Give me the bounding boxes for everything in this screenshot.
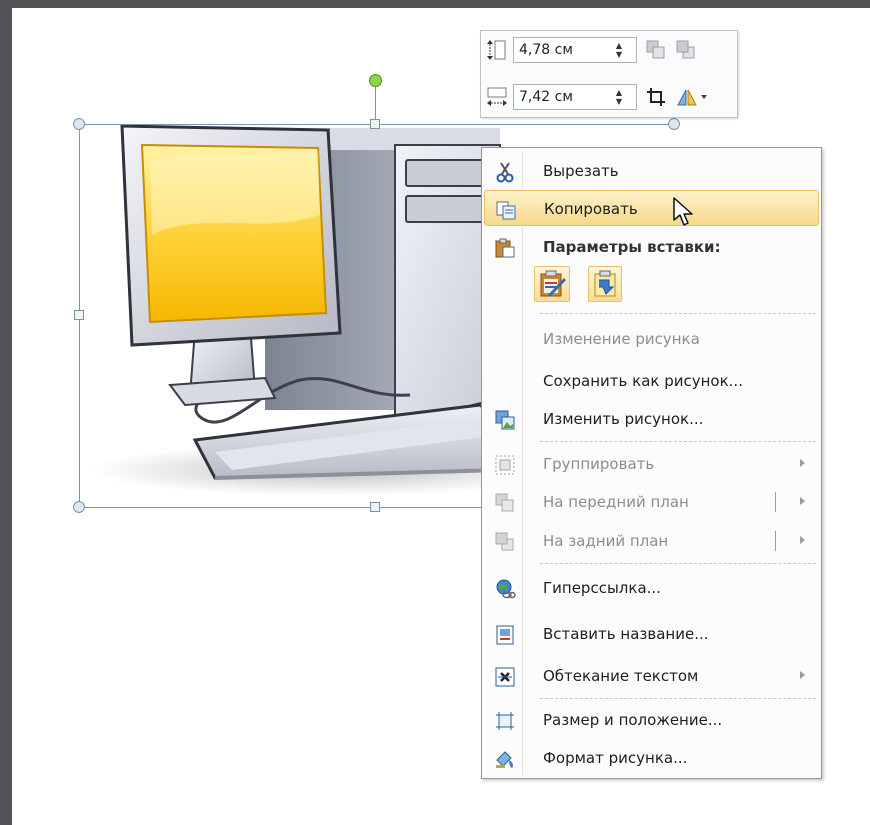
menu-label-change-picture: Изменить рисунок... [543, 410, 704, 428]
scissors-icon [496, 162, 514, 183]
mini-toolbar: 4,78 см ▲ ▼ 7,42 см ▲ ▼ [480, 30, 738, 118]
menu-label-size-position: Размер и положение... [543, 711, 723, 729]
bring-to-front-icon [495, 493, 514, 512]
menu-separator [540, 441, 816, 442]
hyperlink-globe-icon [496, 579, 516, 599]
resize-handle-top[interactable] [370, 119, 380, 129]
width-row: 7,42 см ▲ ▼ [481, 80, 737, 114]
height-row: 4,78 см ▲ ▼ [481, 33, 737, 67]
context-menu: Вырезать Копировать Параметры вставки: И… [481, 147, 822, 779]
send-backward-icon[interactable] [675, 39, 697, 61]
menu-item-change-picture-disabled: Изменение рисунка [484, 321, 819, 357]
submenu-arrow-icon [800, 497, 805, 505]
paste-picture-icon [540, 270, 567, 298]
menu-header-paste-options: Параметры вставки: [484, 229, 819, 265]
menu-label-paste-options: Параметры вставки: [543, 238, 721, 256]
menu-item-group: Группировать [484, 446, 819, 482]
shape-width-value: 7,42 см [519, 89, 573, 105]
menu-item-cut[interactable]: Вырезать [484, 153, 819, 189]
send-to-back-icon [495, 532, 514, 551]
bring-forward-icon[interactable] [645, 39, 667, 61]
resize-handle-top-left[interactable] [73, 118, 85, 130]
keyboard [192, 403, 502, 480]
menu-label-send-to-back: На задний план [543, 532, 669, 550]
menu-label-copy: Копировать [544, 200, 638, 218]
crop-icon[interactable] [645, 86, 667, 108]
menu-item-send-to-back: На задний план [484, 523, 819, 559]
paste-as-picture-button[interactable] [588, 266, 622, 302]
format-picture-icon [496, 751, 513, 768]
shape-width-input[interactable]: 7,42 см ▲ ▼ [513, 84, 637, 110]
shape-width-icon [487, 87, 507, 106]
menu-item-bring-to-front: На передний план [484, 484, 819, 520]
submenu-arrow-icon [800, 459, 805, 467]
shape-height-input[interactable]: 4,78 см ▲ ▼ [513, 37, 637, 63]
shape-height-icon [487, 40, 506, 60]
mouse-cursor-icon [673, 197, 693, 226]
menu-label-change-picture-disabled: Изменение рисунка [543, 330, 700, 348]
paste-link-icon [594, 270, 616, 297]
menu-item-size-position[interactable]: Размер и положение... [484, 702, 819, 738]
menu-item-text-wrapping[interactable]: Обтекание текстом [484, 658, 819, 694]
resize-handle-left[interactable] [74, 310, 84, 320]
menu-separator [540, 313, 816, 314]
shape-height-value: 4,78 см [519, 42, 573, 58]
menu-label-text-wrapping: Обтекание текстом [543, 667, 699, 685]
menu-label-insert-caption: Вставить название... [543, 625, 709, 643]
resize-handle-bottom-left[interactable] [73, 501, 85, 513]
text-wrapping-icon [495, 667, 515, 687]
menu-label-cut: Вырезать [543, 162, 619, 180]
resize-handle-bottom[interactable] [370, 502, 380, 512]
menu-separator [540, 698, 816, 699]
rotate-icon[interactable] [675, 86, 709, 108]
paste-keep-source-formatting-button[interactable] [534, 266, 570, 302]
split-divider [775, 492, 776, 512]
menu-item-save-as-picture[interactable]: Сохранить как рисунок... [484, 363, 819, 399]
menu-item-insert-caption[interactable]: Вставить название... [484, 616, 819, 652]
insert-caption-icon [496, 625, 514, 645]
rotate-handle[interactable] [369, 74, 382, 87]
submenu-arrow-icon [800, 536, 805, 544]
copy-icon [496, 201, 516, 220]
resize-handle-top-right[interactable] [668, 118, 680, 130]
change-picture-icon [495, 410, 515, 430]
menu-item-change-picture[interactable]: Изменить рисунок... [484, 401, 819, 437]
menu-label-group: Группировать [543, 455, 655, 473]
menu-label-format-picture: Формат рисунка... [543, 749, 688, 767]
menu-item-hyperlink[interactable]: Гиперссылка... [484, 570, 819, 606]
height-spinner[interactable]: ▲ ▼ [614, 41, 624, 59]
clipboard-icon [495, 238, 515, 258]
menu-label-bring-to-front: На передний план [543, 493, 689, 511]
menu-item-format-picture[interactable]: Формат рисунка... [484, 740, 819, 776]
width-spinner[interactable]: ▲ ▼ [614, 88, 624, 106]
menu-label-save-as-picture: Сохранить как рисунок... [543, 372, 743, 390]
size-position-icon [496, 712, 514, 730]
menu-label-hyperlink: Гиперссылка... [543, 579, 661, 597]
group-icon [495, 455, 515, 475]
submenu-arrow-icon [800, 671, 805, 679]
menu-item-copy[interactable]: Копировать [484, 190, 819, 226]
menu-separator [540, 563, 816, 564]
split-divider [775, 531, 776, 551]
